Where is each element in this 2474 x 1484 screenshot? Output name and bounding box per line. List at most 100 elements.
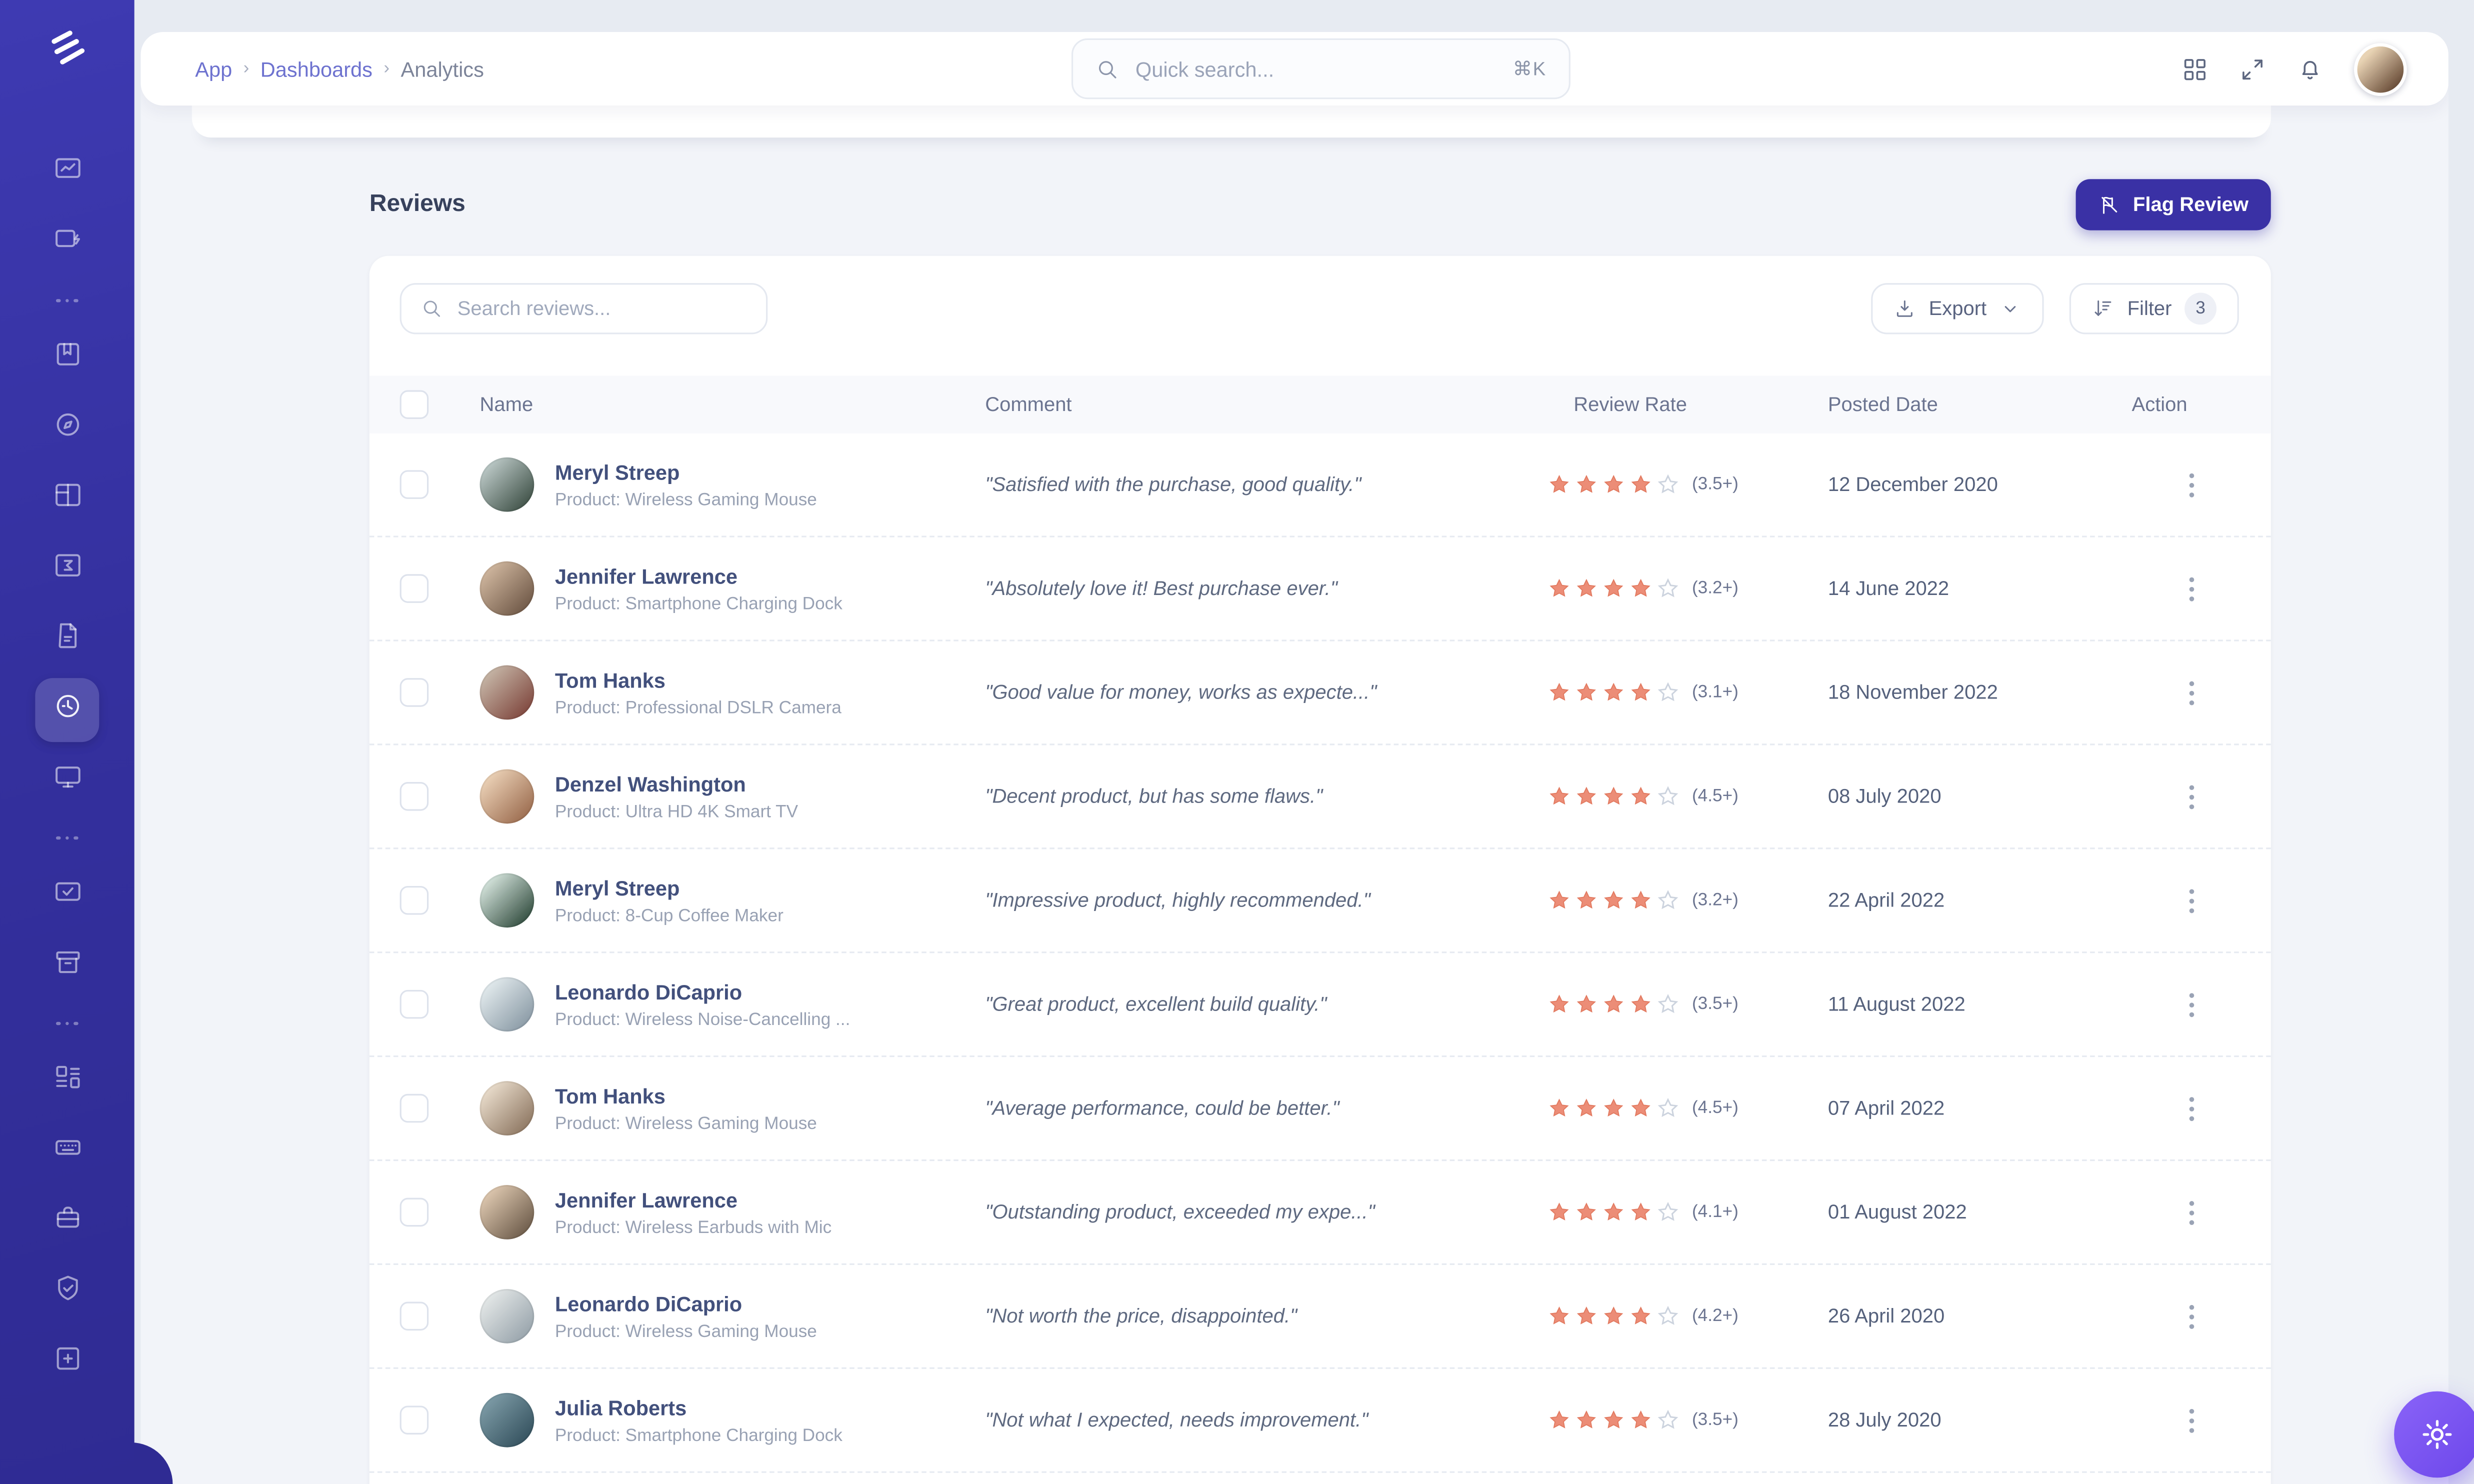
star-filled-icon <box>1575 993 1598 1016</box>
breadcrumb-app[interactable]: App <box>195 57 232 81</box>
sidebar-item-mail-edit[interactable] <box>35 864 99 928</box>
row-checkbox[interactable] <box>400 470 429 499</box>
row-checkbox[interactable] <box>400 574 429 603</box>
rating-value: (3.1+) <box>1692 682 1738 702</box>
star-rating <box>1548 682 1679 704</box>
export-button[interactable]: Export <box>1871 283 2044 334</box>
row-actions-kebab-icon[interactable] <box>2174 883 2208 918</box>
gear-icon <box>2422 1420 2452 1450</box>
settings-fab-button[interactable] <box>2394 1391 2474 1478</box>
avatar <box>480 1081 534 1136</box>
row-actions-kebab-icon[interactable] <box>2174 1090 2208 1126</box>
sidebar-item-grid-squares[interactable] <box>35 1049 99 1113</box>
archive-box-icon <box>52 946 82 985</box>
book-icon <box>52 339 82 378</box>
row-product: Product: Ultra HD 4K Smart TV <box>554 802 798 822</box>
select-all-checkbox[interactable] <box>400 390 429 419</box>
row-actions-kebab-icon[interactable] <box>2174 467 2208 502</box>
star-filled-icon <box>1575 682 1598 704</box>
row-checkbox[interactable] <box>400 678 429 707</box>
sidebar-item-sigma-table[interactable] <box>35 538 99 602</box>
star-empty-icon <box>1657 993 1680 1016</box>
reviewer-cell: Leonardo DiCaprio Product: Wireless Nois… <box>480 977 986 1032</box>
row-comment: "Impressive product, highly recommended.… <box>985 888 1370 911</box>
brand-logo-icon[interactable] <box>43 26 91 70</box>
star-filled-icon <box>1548 1305 1570 1328</box>
row-checkbox[interactable] <box>400 1406 429 1435</box>
row-checkbox[interactable] <box>400 1094 429 1123</box>
row-actions-kebab-icon[interactable] <box>2174 1194 2208 1230</box>
flag-review-button[interactable]: Flag Review <box>2075 179 2271 230</box>
star-filled-icon <box>1548 474 1570 496</box>
row-checkbox[interactable] <box>400 990 429 1019</box>
search-reviews-placeholder: Search reviews... <box>457 297 611 320</box>
filter-count-badge: 3 <box>2184 292 2217 325</box>
sidebar-item-receipt-bolt[interactable] <box>35 211 99 275</box>
rating-value: (4.5+) <box>1692 1098 1738 1118</box>
quick-search-input[interactable]: Quick search... ⌘K <box>1071 38 1570 100</box>
star-filled-icon <box>1602 1097 1625 1120</box>
avatar <box>480 1288 534 1344</box>
row-actions-kebab-icon[interactable] <box>2174 779 2208 814</box>
briefcase-icon <box>52 1202 82 1241</box>
row-checkbox[interactable] <box>400 1302 429 1331</box>
sidebar-item-briefcase[interactable] <box>35 1190 99 1254</box>
breadcrumb-analytics: Analytics <box>400 56 484 81</box>
row-checkbox[interactable] <box>400 1198 429 1227</box>
export-label: Export <box>1928 297 1987 320</box>
avatar <box>480 1185 534 1240</box>
sidebar-item-compass[interactable] <box>35 396 99 460</box>
star-filled-icon <box>1630 1201 1652 1224</box>
row-date: 26 April 2020 <box>1828 1304 1945 1328</box>
row-name: Tom Hanks <box>554 1083 666 1108</box>
star-filled-icon <box>1548 889 1570 912</box>
row-checkbox[interactable] <box>400 886 429 915</box>
reviews-card: Search reviews... Export Filter 3 Name C… <box>369 256 2271 1484</box>
search-reviews-input[interactable]: Search reviews... <box>400 283 768 334</box>
row-actions-kebab-icon[interactable] <box>2174 675 2208 710</box>
breadcrumb-dashboards[interactable]: Dashboards <box>260 57 372 81</box>
filter-button[interactable]: Filter 3 <box>2070 283 2239 334</box>
avatar <box>480 1392 534 1448</box>
row-product: Product: Smartphone Charging Dock <box>554 594 842 614</box>
apps-grid-icon[interactable] <box>2182 55 2208 82</box>
star-filled-icon <box>1602 889 1625 912</box>
sidebar-item-keyboard[interactable] <box>35 1120 99 1184</box>
sidebar-item-square-plus[interactable] <box>35 1330 99 1394</box>
row-actions-kebab-icon[interactable] <box>2174 571 2208 606</box>
row-actions-kebab-icon[interactable] <box>2174 1298 2208 1334</box>
top-header: App › Dashboards › Analytics Quick searc… <box>140 32 2448 106</box>
table-row: Julia Roberts Product: Smartphone Chargi… <box>369 1367 2271 1472</box>
star-filled-icon <box>1630 1409 1652 1432</box>
sidebar-item-kanban[interactable] <box>35 467 99 531</box>
table-row: Meryl Streep Product: Wireless Gaming Mo… <box>370 434 2271 536</box>
receipt-bolt-icon <box>52 224 82 262</box>
sidebar-item-chart-line[interactable] <box>35 140 99 204</box>
row-product: Product: Professional DSLR Camera <box>554 698 842 718</box>
star-filled-icon <box>1602 682 1625 704</box>
star-filled-icon <box>1602 1201 1625 1224</box>
review-rate-cell: (4.5+) <box>1548 785 1828 808</box>
sidebar-item-file-chart[interactable] <box>35 608 99 672</box>
column-action: Action <box>2132 393 2188 416</box>
sidebar-item-shield-check[interactable] <box>35 1260 99 1324</box>
review-rate-cell: (3.2+) <box>1548 889 1828 912</box>
sidebar-item-book[interactable] <box>35 326 99 390</box>
reviewer-cell: Jennifer Lawrence Product: Smartphone Ch… <box>480 561 986 616</box>
sidebar-item-archive-box[interactable] <box>35 934 99 998</box>
chart-line-icon <box>52 154 82 192</box>
row-actions-kebab-icon[interactable] <box>2174 1402 2208 1438</box>
avatar <box>480 769 534 824</box>
sidebar-item-gauge-clock[interactable] <box>35 678 100 742</box>
table-row: Tom Hanks Product: Wireless Gaming Mouse… <box>369 1055 2271 1160</box>
star-filled-icon <box>1575 474 1598 496</box>
fullscreen-icon[interactable] <box>2239 55 2266 82</box>
user-avatar[interactable] <box>2354 42 2407 96</box>
sidebar-item-monitor[interactable] <box>35 748 99 812</box>
row-checkbox[interactable] <box>400 782 429 811</box>
quick-search-placeholder: Quick search... <box>1135 56 1274 81</box>
review-rate-cell: (3.5+) <box>1548 474 1828 496</box>
row-actions-kebab-icon[interactable] <box>2174 986 2208 1022</box>
rating-value: (4.2+) <box>1692 1306 1738 1326</box>
bell-icon[interactable] <box>2296 55 2324 82</box>
